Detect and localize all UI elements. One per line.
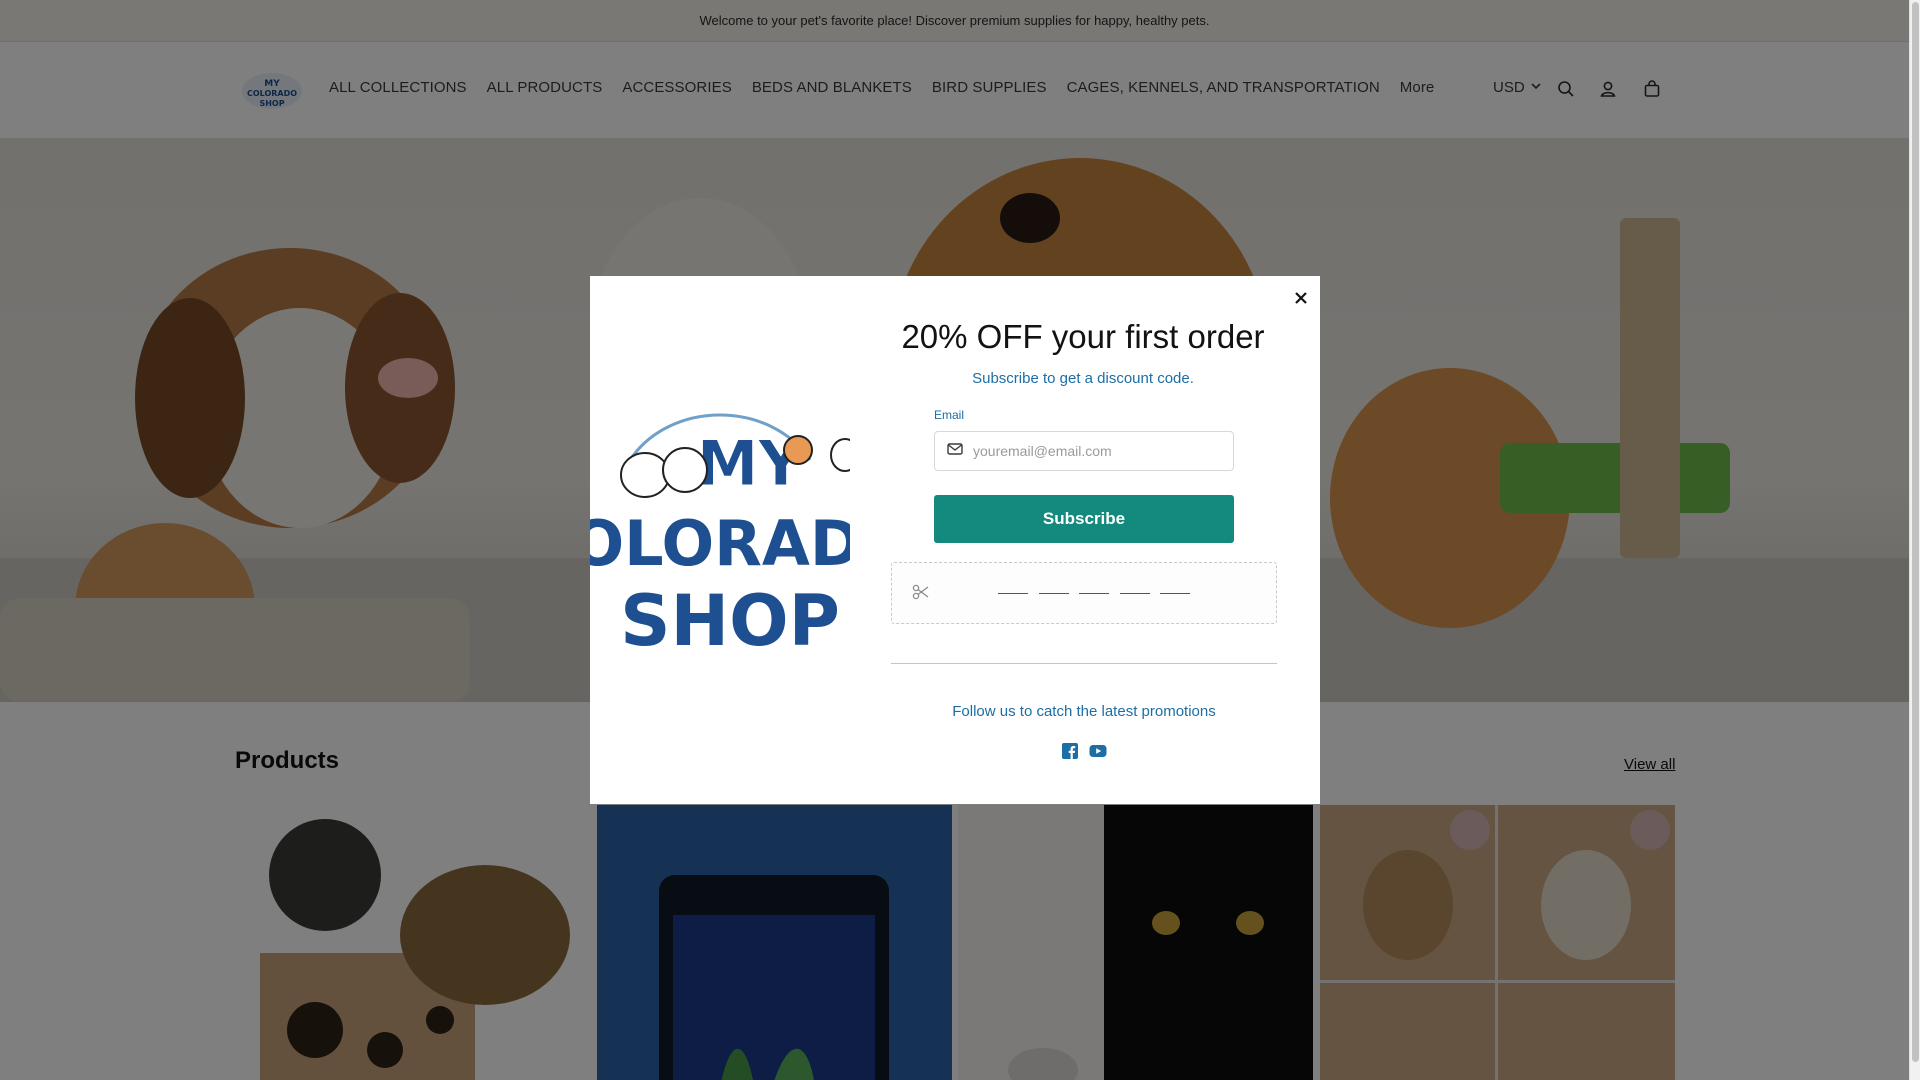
- popup-logo-text-1: MY: [697, 427, 805, 500]
- email-input[interactable]: [973, 443, 1213, 459]
- scrollbar-thumb[interactable]: [1912, 2, 1919, 1062]
- popup-logo-image: MY COLORADO SHOP: [526, 390, 914, 680]
- popup-logo-text-2: COLORADO: [590, 507, 850, 580]
- scissors-icon: [912, 583, 930, 606]
- code-placeholder-dash: [1079, 593, 1109, 594]
- popup-divider: [891, 663, 1277, 664]
- popup-logo-text-3: SHOP: [620, 580, 840, 662]
- code-placeholder-dash: [1039, 593, 1069, 594]
- mail-icon: [947, 442, 963, 461]
- facebook-icon[interactable]: [1061, 742, 1079, 760]
- close-icon[interactable]: [1287, 284, 1315, 312]
- code-placeholder-dash: [998, 593, 1028, 594]
- code-placeholder-dash: [1120, 593, 1150, 594]
- follow-text: Follow us to catch the latest promotions: [952, 703, 1216, 720]
- email-field[interactable]: [934, 431, 1234, 471]
- code-placeholder-dash: [1160, 593, 1190, 594]
- subscribe-button[interactable]: Subscribe: [934, 495, 1234, 543]
- popup-title: 20% OFF your first order: [901, 318, 1265, 355]
- coupon-placeholder: [891, 562, 1277, 624]
- email-label: Email: [934, 408, 965, 422]
- page-scrollbar[interactable]: [1909, 0, 1920, 1080]
- popup-subtitle: Subscribe to get a discount code.: [972, 370, 1194, 387]
- youtube-icon[interactable]: [1089, 742, 1107, 760]
